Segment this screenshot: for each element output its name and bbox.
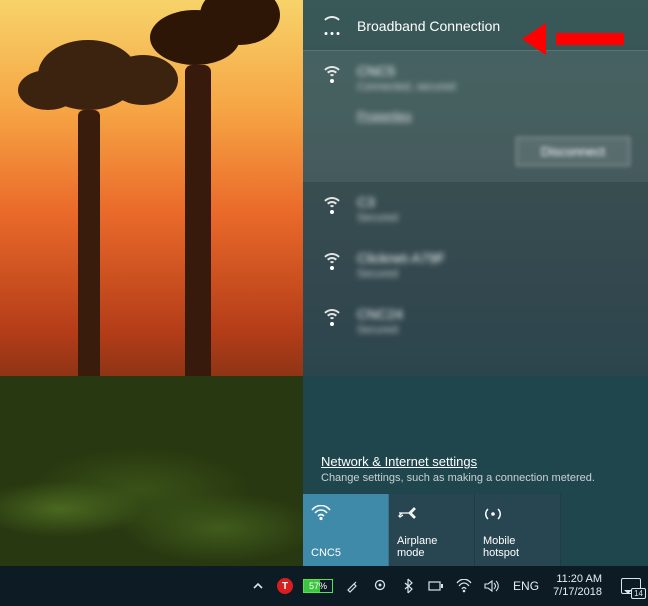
wifi-status: Connected, secured	[357, 81, 455, 93]
tile-airplane-mode[interactable]: Airplane mode	[389, 494, 475, 566]
wifi-name: CNC5	[357, 63, 455, 79]
tray-battery-icon[interactable]: 57%	[303, 579, 333, 593]
wifi-properties-link[interactable]: Properties	[357, 109, 630, 123]
wifi-icon	[321, 66, 343, 84]
wifi-item[interactable]: CNC24 Secured	[303, 294, 648, 350]
tile-label: Airplane mode	[397, 535, 466, 560]
tray-action-center-icon[interactable]: 14	[618, 577, 644, 595]
tray-clock[interactable]: 11:20 AM 7/17/2018	[551, 573, 608, 598]
disconnect-button[interactable]: Disconnect	[516, 137, 630, 166]
tray-antivirus-icon[interactable]: T	[277, 578, 293, 594]
wifi-status: Secured	[357, 268, 445, 280]
network-settings-sub: Change settings, such as making a connec…	[321, 472, 630, 484]
wifi-item-connected[interactable]: CNC5 Connected, secured Properties Disco…	[303, 51, 648, 182]
tray-power-icon[interactable]	[427, 577, 445, 595]
clock-time: 11:20 AM	[553, 573, 602, 586]
quick-action-tiles: CNC5 Airplane mode Mobile hotspot	[303, 494, 648, 566]
wifi-status: Secured	[357, 324, 403, 336]
wifi-icon	[311, 502, 380, 524]
broadband-label: Broadband Connection	[357, 18, 500, 34]
wifi-icon	[321, 197, 343, 215]
wifi-name: Clicknet-A79F	[357, 250, 445, 266]
network-settings-link[interactable]: Network & Internet settings	[321, 454, 630, 469]
wifi-icon	[321, 253, 343, 271]
wifi-status: Secured	[357, 212, 398, 224]
battery-percent: 57%	[309, 581, 327, 591]
tray-language-indicator[interactable]: ENG	[511, 579, 541, 593]
broadband-icon	[321, 16, 343, 36]
wifi-name: CNC24	[357, 306, 403, 322]
wifi-list: CNC5 Connected, secured Properties Disco…	[303, 51, 648, 446]
tile-mobile-hotspot[interactable]: Mobile hotspot	[475, 494, 561, 566]
tray-volume-icon[interactable]	[483, 577, 501, 595]
tile-label: Mobile hotspot	[483, 535, 552, 560]
airplane-icon	[397, 502, 466, 524]
tray-network-icon[interactable]	[455, 577, 473, 595]
tray-pen-icon[interactable]	[343, 577, 361, 595]
taskbar: T 57% ENG 11:20 AM 7/17/2018 14	[0, 566, 648, 606]
tray-chevron-up-icon[interactable]	[249, 577, 267, 595]
tile-label: CNC5	[311, 547, 380, 560]
wifi-item[interactable]: C3 Secured	[303, 182, 648, 238]
wifi-item[interactable]: Clicknet-A79F Secured	[303, 238, 648, 294]
clock-date: 7/17/2018	[553, 586, 602, 599]
tray-bluetooth-icon[interactable]	[399, 577, 417, 595]
tray-location-icon[interactable]	[371, 577, 389, 595]
hotspot-icon	[483, 502, 552, 524]
wifi-icon	[321, 309, 343, 327]
network-settings-section: Network & Internet settings Change setti…	[303, 446, 648, 494]
system-tray: T 57% ENG 11:20 AM 7/17/2018 14	[249, 566, 648, 606]
wifi-name: C3	[357, 194, 398, 210]
tile-wifi[interactable]: CNC5	[303, 494, 389, 566]
network-flyout: Broadband Connection CNC5 Connected, sec…	[303, 0, 648, 566]
action-center-badge: 14	[631, 588, 646, 599]
annotation-arrow	[522, 23, 624, 49]
